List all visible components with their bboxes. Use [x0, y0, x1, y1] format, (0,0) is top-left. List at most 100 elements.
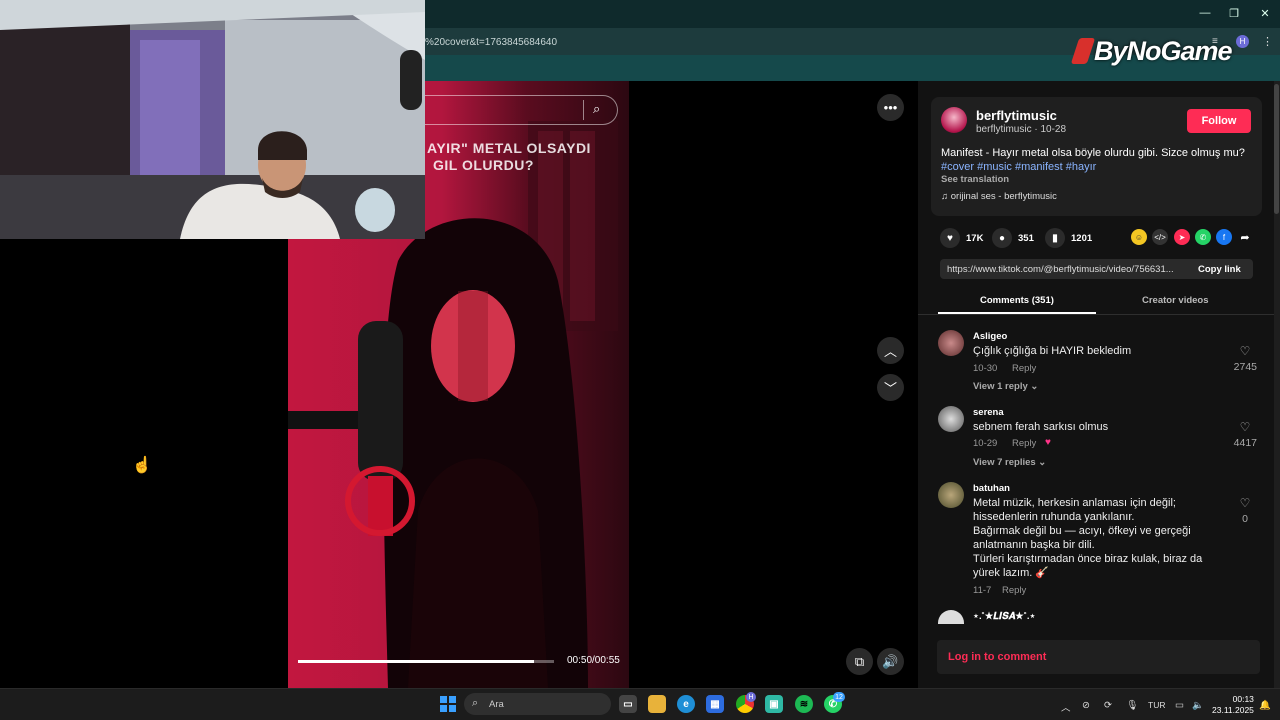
tray-sync-icon[interactable]: ⟳ — [1104, 700, 1112, 711]
video-search-box[interactable] — [425, 95, 618, 125]
ms-store-icon[interactable]: ▦ — [706, 695, 724, 713]
sound-info[interactable]: ♫ orijinal ses - berflytimusic — [941, 191, 1057, 202]
music-note-icon: ♫ — [941, 191, 951, 202]
comment-username[interactable]: batuhan — [973, 483, 1010, 494]
comment-count: 351 — [1018, 232, 1034, 244]
restore-button[interactable]: ❐ — [1224, 7, 1244, 20]
video-link-text[interactable]: https://www.tiktok.com/@berflytimusic/vi… — [947, 264, 1187, 275]
previous-video-chevron-up-icon[interactable]: ︿ — [877, 337, 904, 364]
emoji-share-icon[interactable]: ☺ — [1131, 229, 1147, 245]
tray-mic-icon[interactable]: 🎙 — [1126, 700, 1138, 711]
facebook-share-icon[interactable]: f — [1216, 229, 1232, 245]
video-time: 00:50/00:55 — [567, 655, 620, 666]
chrome-profile-badge: H — [746, 692, 756, 702]
reply-button[interactable]: Reply — [1012, 438, 1036, 449]
taskbar-search[interactable] — [464, 693, 611, 715]
task-view-icon[interactable]: ▭ — [619, 695, 637, 713]
panel-scrollbar-thumb[interactable] — [1274, 84, 1279, 214]
notification-bell-icon[interactable]: 🔔 — [1259, 700, 1271, 711]
author-avatar[interactable] — [941, 107, 967, 133]
comment-text-line: Bağırmak değil bu — acıyı, öfkeyi ve ger… — [973, 525, 1191, 537]
view-replies-button[interactable]: View 1 reply ⌄ — [973, 381, 1038, 392]
creator-liked-icon: ♥ — [1045, 437, 1051, 448]
hashtag-link[interactable]: #hayır — [1066, 161, 1097, 173]
comment-username[interactable]: ⋆.˚★𝑳𝑰𝑺𝑨★˚.⋆ — [973, 611, 1035, 623]
tab-comments[interactable]: Comments (351) — [980, 295, 1054, 306]
comment-stat[interactable]: ● 351 — [992, 228, 1034, 248]
logo-text: ByNoGame — [1094, 36, 1233, 66]
tab-divider — [918, 314, 1274, 315]
close-window-button[interactable]: ✕ — [1255, 7, 1275, 20]
comment-username[interactable]: Asligeo — [973, 331, 1007, 342]
volume-icon[interactable]: 🔊 — [877, 648, 904, 675]
reply-button[interactable]: Reply — [1002, 585, 1026, 596]
comment-like-heart-icon[interactable]: ♡ — [1235, 344, 1255, 358]
spotify-icon[interactable]: ≋ — [795, 695, 813, 713]
copy-link-button[interactable]: Copy link — [1198, 264, 1241, 275]
comment-date: 10-29 — [973, 438, 998, 449]
comment-avatar[interactable] — [938, 482, 964, 508]
comment-text: sebnem ferah sarkısı olmus — [973, 421, 1109, 433]
clock-date: 23.11.2025 — [1212, 705, 1254, 715]
post-caption: Manifest - Hayır metal olsa böyle olurdu… — [941, 146, 1251, 174]
caption-text: Manifest - Hayır metal olsa böyle olurdu… — [941, 147, 1245, 159]
kick-app-icon[interactable]: ▣ — [765, 695, 783, 713]
whatsapp-badge: 12 — [833, 692, 845, 702]
next-video-chevron-down-icon[interactable]: ﹀ — [877, 374, 904, 401]
heart-icon[interactable]: ♥ — [940, 228, 960, 248]
comment-date: 11-7 — [973, 585, 992, 596]
login-to-comment-link[interactable]: Log in to comment — [948, 651, 1046, 663]
view-replies-button[interactable]: View 7 replies ⌄ — [973, 457, 1046, 468]
language-indicator[interactable]: TUR — [1148, 700, 1165, 710]
comment-avatar[interactable] — [938, 406, 964, 432]
search-icon[interactable]: ⌕ — [593, 101, 600, 117]
comment-like-heart-icon[interactable]: ♡ — [1235, 496, 1255, 510]
edge-browser-icon[interactable]: e — [677, 695, 695, 713]
system-clock[interactable]: 00:13 23.11.2025 — [1212, 694, 1254, 716]
hashtag-link[interactable]: #cover — [941, 161, 974, 173]
send-to-friend-icon[interactable]: ➤ — [1174, 229, 1190, 245]
hashtag-link[interactable]: #manifest — [1015, 161, 1063, 173]
tray-overflow-chevron-icon[interactable]: ︿ — [1061, 700, 1071, 714]
comment-like-count: 0 — [1242, 513, 1248, 525]
comment-text-line: Metal müzik, herkesin anlaması için deği… — [973, 497, 1176, 509]
bookmark-icon[interactable]: ▮ — [1045, 228, 1065, 248]
tab-creator-videos[interactable]: Creator videos — [1142, 295, 1209, 306]
like-stat[interactable]: ♥ 17K — [940, 228, 983, 248]
profile-avatar[interactable]: H — [1236, 35, 1249, 48]
video-overlay-text: AYIR" METAL OLSAYDI GIL OLURDU? — [427, 140, 591, 174]
comment-bubble-icon[interactable]: ● — [992, 228, 1012, 248]
network-icon[interactable]: ▭ — [1175, 700, 1184, 711]
save-count: 1201 — [1071, 232, 1093, 244]
comments-fade — [918, 624, 1274, 638]
embed-code-icon[interactable]: </> — [1152, 229, 1168, 245]
menu-kebab-icon[interactable]: ⋮ — [1262, 35, 1273, 48]
mouse-cursor-hand-icon: ☝ — [132, 457, 152, 474]
share-arrow-icon[interactable]: ➦ — [1237, 229, 1253, 245]
tray-app-icon[interactable]: ⊘ — [1082, 700, 1090, 711]
picture-in-picture-icon[interactable]: ⧉ — [846, 648, 873, 675]
minimize-button[interactable]: — — [1195, 7, 1215, 19]
comment-text: Çığlık çığlığa bi HAYIR bekledim — [973, 345, 1132, 357]
comment-username[interactable]: serena — [973, 407, 1004, 418]
author-name[interactable]: berflytimusic — [976, 108, 1057, 123]
comment-like-heart-icon[interactable]: ♡ — [1235, 420, 1255, 434]
see-translation-link[interactable]: See translation — [941, 174, 1009, 185]
taskbar-search-placeholder[interactable]: Ara — [489, 699, 504, 710]
comment-like-count: 2745 — [1233, 361, 1257, 373]
comment-avatar[interactable] — [938, 330, 964, 356]
url-text[interactable]: %20cover&t=1763845684640 — [425, 37, 557, 48]
follow-button[interactable]: Follow — [1187, 109, 1251, 133]
start-windows-icon[interactable] — [440, 696, 456, 712]
clock-time: 00:13 — [1232, 694, 1254, 704]
reply-button[interactable]: Reply — [1012, 363, 1036, 374]
file-explorer-icon[interactable] — [648, 695, 666, 713]
save-stat[interactable]: ▮ 1201 — [1045, 228, 1092, 248]
search-divider — [583, 100, 584, 120]
speaker-icon[interactable]: 🔈 — [1192, 700, 1204, 711]
webcam-scene-illustration — [0, 0, 425, 239]
hashtag-link[interactable]: #music — [977, 161, 1012, 173]
author-subtitle: berflytimusic · 10-28 — [976, 124, 1067, 135]
more-options-icon[interactable]: ••• — [877, 94, 904, 121]
whatsapp-share-icon[interactable]: ✆ — [1195, 229, 1211, 245]
